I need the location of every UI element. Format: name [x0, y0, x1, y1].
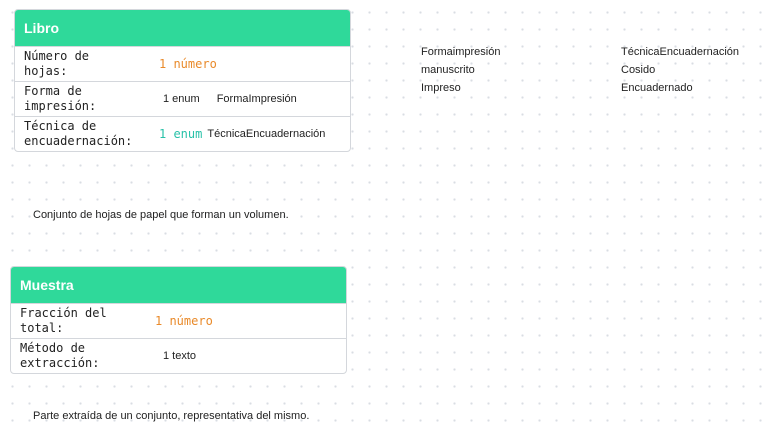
attribute-name: Método de extracción: — [20, 341, 100, 370]
attribute-cardinality: 1 número — [155, 314, 213, 328]
entity-title: Libro — [15, 10, 350, 46]
enum-tecnica-encuadernacion[interactable]: TécnicaEncuadernación Cosido Encuadernad… — [621, 43, 739, 97]
attribute-cardinality: 1 enum — [159, 127, 203, 141]
attribute-name: Número de hojas: — [24, 49, 90, 78]
attribute-cardinality: 1 número — [159, 57, 217, 71]
attribute-name: Fracción del total: — [20, 306, 107, 335]
attribute-name: Técnica de encuadernación: — [24, 119, 133, 148]
enum-title: Formaimpresión — [421, 46, 501, 58]
attribute-row[interactable]: Forma de impresión: 1 enum FormaImpresió… — [15, 81, 350, 116]
attribute-row[interactable]: Técnica de encuadernación: 1 enum Técnic… — [15, 116, 350, 151]
entity-description: Conjunto de hojas de papel que forman un… — [33, 209, 289, 221]
entity-muestra[interactable]: Muestra Fracción del total: 1 número Mét… — [10, 266, 347, 374]
attribute-type: FormaImpresión — [216, 93, 297, 105]
entity-title: Muestra — [11, 267, 346, 303]
enum-value: Cosido — [621, 64, 656, 76]
entity-libro[interactable]: Libro Número de hojas: 1 número Forma de… — [14, 9, 351, 152]
enum-value: Impreso — [421, 82, 461, 94]
entity-description: Parte extraída de un conjunto, represent… — [33, 410, 310, 422]
attribute-name: Forma de impresión: — [24, 84, 97, 113]
attribute-row[interactable]: Número de hojas: 1 número — [15, 46, 350, 81]
enum-value: manuscrito — [421, 64, 475, 76]
enum-value: Encuadernado — [621, 82, 693, 94]
attribute-type: TécnicaEncuadernación — [207, 128, 326, 140]
attribute-row[interactable]: Método de extracción: 1 texto — [11, 338, 346, 373]
attribute-cardinality: 1 texto — [163, 350, 197, 362]
enum-formaimpresion[interactable]: Formaimpresión manuscrito Impreso — [421, 43, 500, 97]
enum-title: TécnicaEncuadernación — [621, 46, 740, 58]
attribute-cardinality: 1 enum — [163, 93, 200, 105]
attribute-row[interactable]: Fracción del total: 1 número — [11, 303, 346, 338]
